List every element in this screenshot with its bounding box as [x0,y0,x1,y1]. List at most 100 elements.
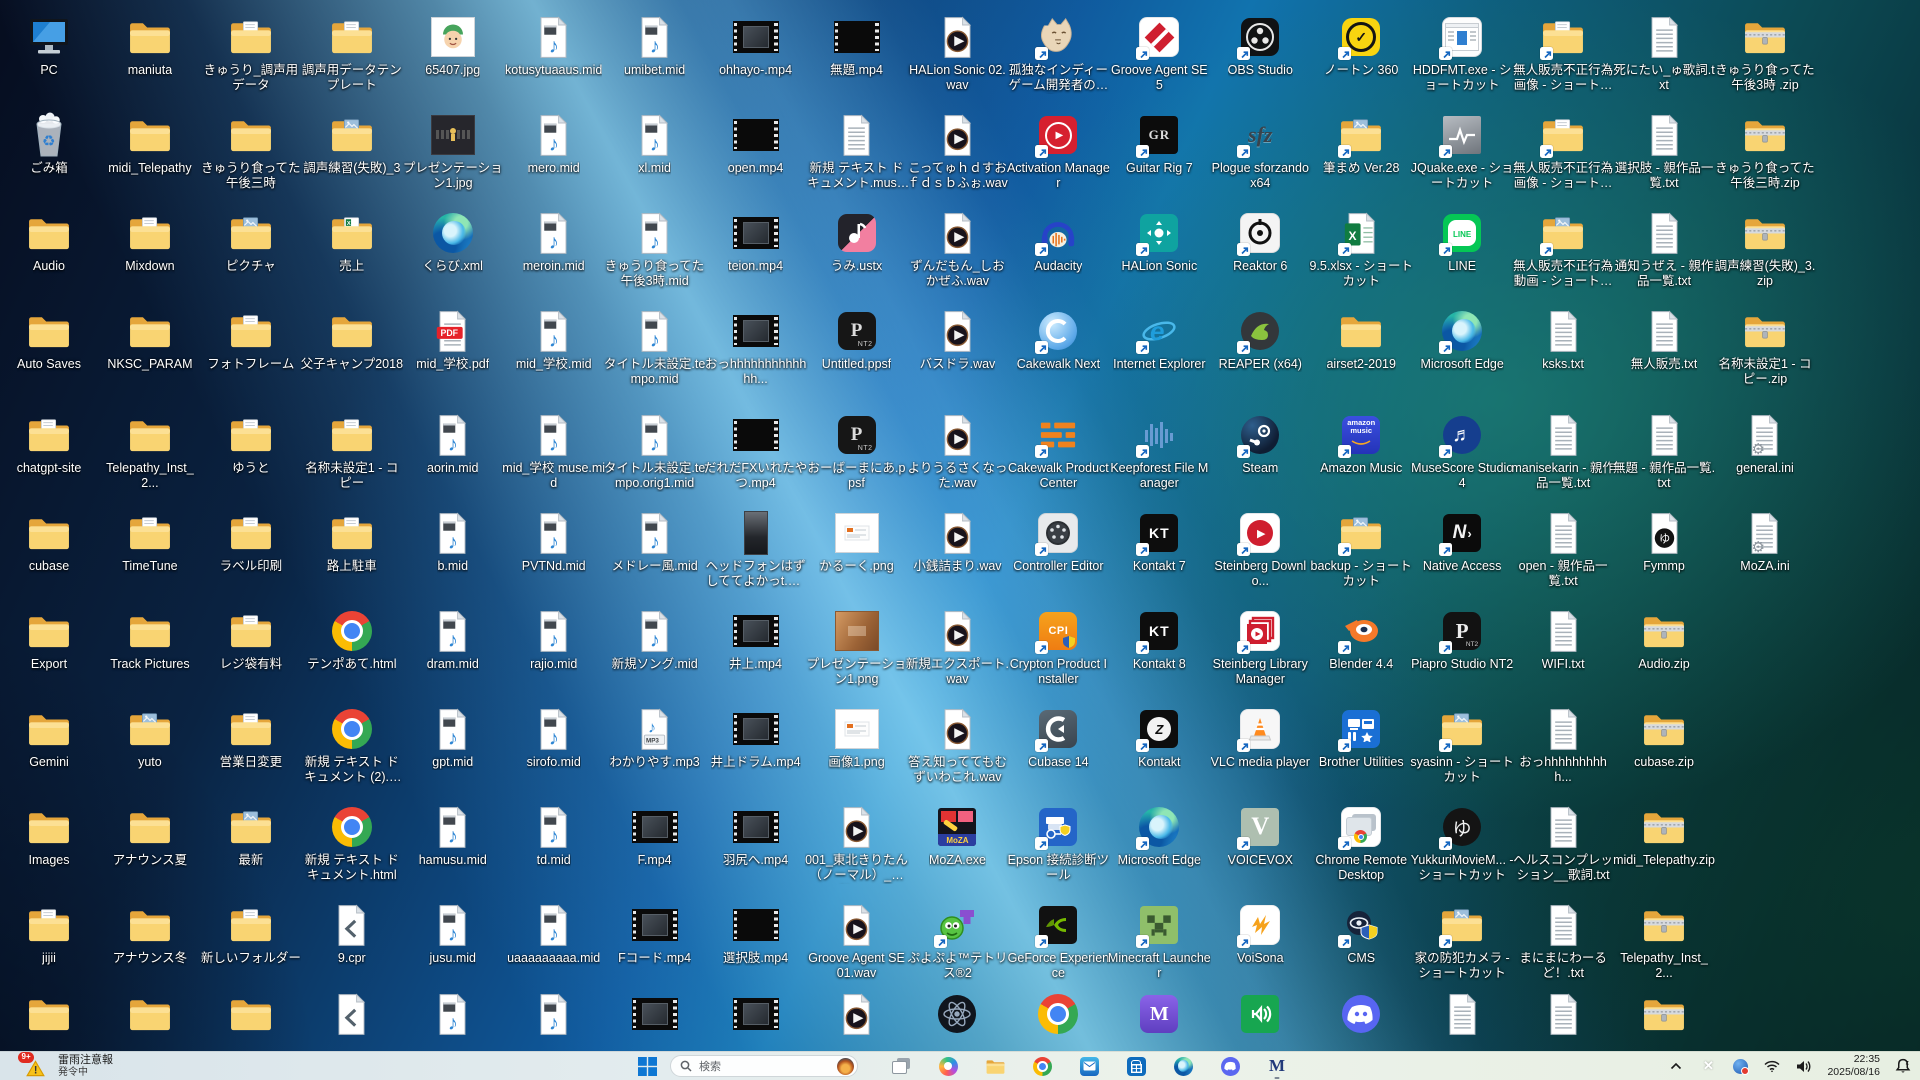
desktop-icon[interactable]: Track Pictures [98,607,202,672]
desktop-icon[interactable]: 名称未設定1 - コピー.zip [1713,307,1817,388]
desktop-icon[interactable]: Reaktor 6 [1208,209,1312,274]
taskbar-m-app-button[interactable]: M [1266,1054,1288,1078]
desktop-icon[interactable] [805,990,909,1040]
tray-chevron-up-icon[interactable] [1667,1054,1685,1078]
desktop-icon[interactable]: amazonmusicAmazon Music [1309,411,1413,476]
desktop-icon[interactable]: Audacity [1006,209,1110,274]
desktop-icon[interactable]: だれだFXいれたやつ.mp4 [704,411,808,492]
desktop-icon[interactable]: 調声練習(失敗)_3 [300,111,404,176]
desktop-icon[interactable]: ♪mid_学校.mid [502,307,606,372]
desktop-icon[interactable] [1006,990,1110,1040]
desktop-icon[interactable]: Auto Saves [0,307,101,372]
desktop-icon[interactable]: ♪ [401,990,505,1040]
desktop-icon[interactable]: よりうるさくなった.wav [905,411,1009,492]
desktop-icon[interactable]: きゅうり食ってた午後三時.zip [1713,111,1817,192]
desktop-icon[interactable]: ♪ [502,990,606,1040]
desktop-icon[interactable]: 父子キャンプ2018 [300,307,404,372]
desktop-icon[interactable]: open - 親作品一覧.txt [1511,509,1615,590]
desktop-icon[interactable]: sfzPlogue sforzando x64 [1208,111,1312,192]
desktop-icon[interactable]: Audio [0,209,101,274]
desktop-icon[interactable]: yuto [98,705,202,770]
desktop-icon[interactable]: 無題.mp4 [805,13,909,78]
desktop-icon[interactable]: GRGuitar Rig 7 [1107,111,1211,176]
desktop-icon[interactable]: backup - ショートカット [1309,509,1413,590]
desktop-icon[interactable]: GeForce Experience [1006,901,1110,982]
desktop-icon[interactable]: PC [0,13,101,78]
desktop-icon[interactable]: 65407.jpg [401,13,505,78]
desktop-icon[interactable]: teion.mp4 [704,209,808,274]
desktop-icon[interactable]: midi_Telepathy.zip [1612,803,1716,868]
desktop-icon[interactable]: X9.5.xlsx - ショートカット [1309,209,1413,290]
desktop-icon[interactable]: 無人販売不正行為動画 - ショートカット [1511,209,1615,290]
desktop-icon[interactable]: 筆まめ Ver.28 [1309,111,1413,176]
desktop-icon[interactable]: Mixdown [98,209,202,274]
desktop-icon[interactable]: Controller Editor [1006,509,1110,574]
desktop-icon[interactable]: プレゼンテーション1.png [805,607,909,688]
desktop-icon[interactable]: Telepathy_Inst_2... [1612,901,1716,982]
desktop-icon[interactable]: TimeTune [98,509,202,574]
desktop-icon[interactable]: Steam [1208,411,1312,476]
desktop-icon[interactable]: 無人販売.txt [1612,307,1716,372]
taskbar-discord-button[interactable] [1219,1054,1241,1078]
desktop-icon[interactable]: Minecraft Launcher [1107,901,1211,982]
desktop-icon[interactable]: OBS Studio [1208,13,1312,78]
desktop-icon[interactable]: アナウンス夏 [98,803,202,868]
desktop-icon[interactable]: VoiSona [1208,901,1312,966]
desktop-icon[interactable]: cubase [0,509,101,574]
desktop-icon[interactable]: ♪タイトル未設定.tempo.mid [603,307,707,388]
desktop-icon[interactable]: jijii [0,901,101,966]
desktop-icon[interactable]: Audio.zip [1612,607,1716,672]
desktop-icon[interactable]: ♪新規ソング.mid [603,607,707,672]
desktop-icon[interactable]: 9.cpr [300,901,404,966]
desktop-icon[interactable]: chatgpt-site [0,411,101,476]
desktop-icon[interactable]: KTKontakt 8 [1107,607,1211,672]
desktop-icon[interactable]: まにまにわーるど！.txt [1511,901,1615,982]
desktop-icon[interactable]: 新規エクスポート.wav [905,607,1009,688]
desktop-icon[interactable]: プレゼンテーション1.jpg [401,111,505,192]
desktop-icon[interactable]: 新規 テキスト ドキュメント (2).html [300,705,404,786]
desktop-icon[interactable]: cubase.zip [1612,705,1716,770]
taskbar-task-view-button[interactable] [890,1054,912,1078]
desktop-icon[interactable]: ♪rajio.mid [502,607,606,672]
desktop-icon[interactable]: 家の防犯カメラ - ショートカット [1410,901,1514,982]
desktop-icon[interactable]: ♪umibet.mid [603,13,707,78]
tray-x-app-icon[interactable]: ✕ [1699,1054,1717,1078]
desktop-icon[interactable]: 選択肢.mp4 [704,901,808,966]
desktop-icon[interactable]: 答え知っててもむずいわこれ.wav [905,705,1009,786]
desktop-icon[interactable]: くらび.xml [401,209,505,274]
desktop-icon[interactable]: midi_Telepathy [98,111,202,176]
desktop-icon[interactable]: レジ袋有料 [199,607,303,672]
desktop-icon[interactable] [1511,990,1615,1040]
desktop-icon[interactable]: ♪sirofo.mid [502,705,606,770]
desktop-icon[interactable]: ♪PVTNd.mid [502,509,606,574]
desktop-icon[interactable]: 新規 テキスト ドキュメント.musicxml [805,111,909,192]
desktop-icon[interactable] [905,990,1009,1040]
desktop-icon[interactable]: ヘルスコンプレッション__歌詞.txt [1511,803,1615,884]
desktop-icon[interactable]: 名称未設定1 - コピー [300,411,404,492]
weather-widget[interactable]: 9+ ! 雷雨注意報 発令中 [26,1052,113,1080]
desktop-icon[interactable]: かるーく.png [805,509,909,574]
desktop-icon[interactable]: ▶Steinberg Downlo... [1208,509,1312,590]
tray-volume-icon[interactable] [1795,1054,1813,1078]
desktop-icon[interactable]: ♻ごみ箱 [0,111,101,176]
desktop-icon[interactable]: M [1107,990,1211,1040]
desktop-icon[interactable]: ゆFymmp [1612,509,1716,574]
desktop-icon[interactable] [98,990,202,1040]
desktop-icon[interactable]: 新規 テキスト ドキュメント.html [300,803,404,884]
desktop-icon[interactable]: ♪uaaaaaaaaa.mid [502,901,606,966]
desktop-icon[interactable]: N›Native Access [1410,509,1514,574]
desktop-icon[interactable]: MoZAMoZA.exe [905,803,1009,868]
desktop-icon[interactable]: きゅうり_調声用データ [199,13,303,94]
desktop-icon[interactable]: VLC media player [1208,705,1312,770]
desktop-icon[interactable]: 小銭詰まり.wav [905,509,1009,574]
desktop-icon[interactable]: 死にたい_ゅ歌詞.txt [1612,13,1716,94]
desktop-icon[interactable]: きゅうり食ってた午後三時 [199,111,303,192]
desktop-icon[interactable]: Cubase 14 [1006,705,1110,770]
desktop[interactable]: PCmaniutaきゅうり_調声用データ調声用データテンプレート65407.jp… [0,0,1920,1052]
desktop-icon[interactable]: 通知うぜえ - 親作品一覧.txt [1612,209,1716,290]
desktop-icon[interactable]: 路上駐車 [300,509,404,574]
desktop-icon[interactable]: Export [0,607,101,672]
desktop-icon[interactable]: ♪kotusytuaaus.mid [502,13,606,78]
desktop-icon[interactable]: ゆうと [199,411,303,476]
desktop-icon[interactable]: 井上ドラム.mp4 [704,705,808,770]
